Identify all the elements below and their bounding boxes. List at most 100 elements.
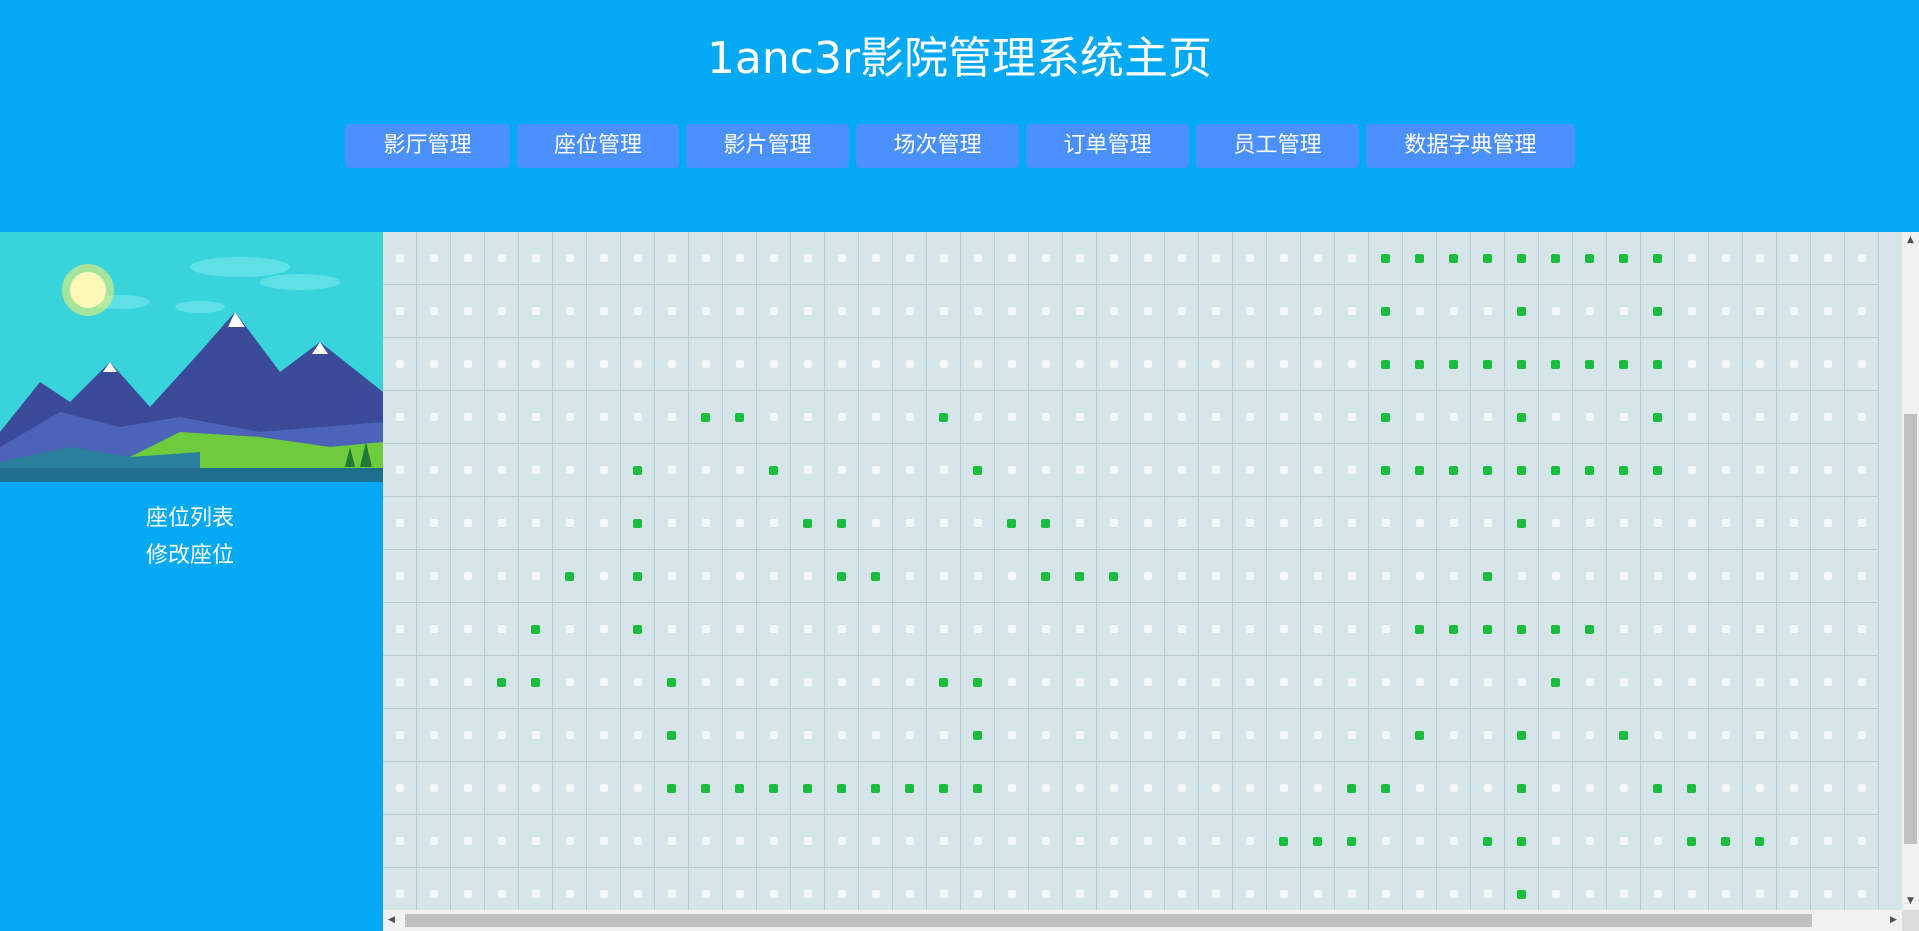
seat-cell[interactable]	[383, 762, 417, 815]
seat-cell[interactable]	[1811, 391, 1845, 444]
seat-cell[interactable]	[1063, 285, 1097, 338]
seat-cell[interactable]	[1267, 391, 1301, 444]
seat-cell[interactable]	[893, 285, 927, 338]
seat-cell[interactable]	[689, 497, 723, 550]
seat-cell[interactable]	[1811, 603, 1845, 656]
seat-cell[interactable]	[1641, 338, 1675, 391]
seat-cell[interactable]	[1063, 497, 1097, 550]
seat-cell[interactable]	[485, 815, 519, 868]
seat-cell[interactable]	[1301, 391, 1335, 444]
seat-cell[interactable]	[927, 232, 961, 285]
seat-cell[interactable]	[723, 656, 757, 709]
seat-cell[interactable]	[1369, 285, 1403, 338]
seat-cell[interactable]	[995, 603, 1029, 656]
seat-cell[interactable]	[1063, 603, 1097, 656]
seat-cell[interactable]	[1607, 603, 1641, 656]
seat-cell[interactable]	[1675, 285, 1709, 338]
seat-cell[interactable]	[1165, 709, 1199, 762]
seat-cell[interactable]	[1641, 391, 1675, 444]
seat-cell[interactable]	[417, 444, 451, 497]
seat-cell[interactable]	[519, 709, 553, 762]
seat-cell[interactable]	[1709, 232, 1743, 285]
seat-cell[interactable]	[1131, 338, 1165, 391]
seat-cell[interactable]	[1403, 391, 1437, 444]
seat-cell[interactable]	[1607, 656, 1641, 709]
seat-cell[interactable]	[1403, 603, 1437, 656]
seat-cell[interactable]	[553, 444, 587, 497]
seat-cell[interactable]	[995, 497, 1029, 550]
seat-cell[interactable]	[383, 868, 417, 910]
seat-cell[interactable]	[791, 497, 825, 550]
seat-cell[interactable]	[1267, 762, 1301, 815]
seat-cell[interactable]	[451, 391, 485, 444]
seat-cell[interactable]	[757, 338, 791, 391]
seat-cell[interactable]	[1845, 709, 1879, 762]
seat-cell[interactable]	[553, 285, 587, 338]
seat-cell[interactable]	[1097, 815, 1131, 868]
seat-cell[interactable]	[1675, 550, 1709, 603]
seat-cell[interactable]	[1437, 232, 1471, 285]
seat-cell[interactable]	[1777, 603, 1811, 656]
seat-cell[interactable]	[961, 550, 995, 603]
seat-cell[interactable]	[1437, 815, 1471, 868]
seat-cell[interactable]	[689, 815, 723, 868]
seat-cell[interactable]	[723, 338, 757, 391]
seat-cell[interactable]	[1709, 338, 1743, 391]
seat-cell[interactable]	[1233, 444, 1267, 497]
seat-cell[interactable]	[383, 232, 417, 285]
seat-cell[interactable]	[757, 285, 791, 338]
seat-cell[interactable]	[961, 338, 995, 391]
seat-cell[interactable]	[1165, 550, 1199, 603]
seat-cell[interactable]	[757, 762, 791, 815]
seat-cell[interactable]	[587, 815, 621, 868]
seat-cell[interactable]	[1743, 232, 1777, 285]
seat-cell[interactable]	[791, 285, 825, 338]
sidebar-link-seat-list[interactable]: 座位列表	[146, 500, 234, 532]
seat-cell[interactable]	[1131, 762, 1165, 815]
seat-cell[interactable]	[1131, 709, 1165, 762]
seat-cell[interactable]	[1709, 815, 1743, 868]
seat-cell[interactable]	[1097, 444, 1131, 497]
seat-cell[interactable]	[1063, 550, 1097, 603]
seat-cell[interactable]	[893, 232, 927, 285]
seat-cell[interactable]	[1199, 656, 1233, 709]
seat-cell[interactable]	[1607, 709, 1641, 762]
seat-cell[interactable]	[825, 338, 859, 391]
seat-cell[interactable]	[1233, 868, 1267, 910]
seat-cell[interactable]	[1573, 338, 1607, 391]
seat-cell[interactable]	[1165, 603, 1199, 656]
seat-cell[interactable]	[1403, 709, 1437, 762]
nav-button-film[interactable]: 影片管理	[686, 124, 849, 168]
seat-cell[interactable]	[1777, 656, 1811, 709]
seat-cell[interactable]	[383, 603, 417, 656]
seat-cell[interactable]	[1845, 603, 1879, 656]
seat-cell[interactable]	[1811, 338, 1845, 391]
seat-cell[interactable]	[383, 550, 417, 603]
seat-cell[interactable]	[1437, 656, 1471, 709]
seat-cell[interactable]	[995, 656, 1029, 709]
seat-cell[interactable]	[1607, 815, 1641, 868]
seat-cell[interactable]	[587, 550, 621, 603]
seat-cell[interactable]	[417, 656, 451, 709]
seat-cell[interactable]	[1097, 656, 1131, 709]
seat-cell[interactable]	[1505, 550, 1539, 603]
seat-cell[interactable]	[1199, 815, 1233, 868]
seat-cell[interactable]	[757, 868, 791, 910]
seat-cell[interactable]	[927, 815, 961, 868]
seat-cell[interactable]	[383, 338, 417, 391]
seat-cell[interactable]	[519, 815, 553, 868]
seat-cell[interactable]	[1573, 709, 1607, 762]
vertical-scrollbar[interactable]: ▲ ▼	[1902, 232, 1919, 910]
seat-cell[interactable]	[927, 709, 961, 762]
seat-cell[interactable]	[485, 497, 519, 550]
seat-cell[interactable]	[1165, 762, 1199, 815]
seat-cell[interactable]	[995, 338, 1029, 391]
seat-cell[interactable]	[417, 603, 451, 656]
seat-cell[interactable]	[1675, 603, 1709, 656]
seat-cell[interactable]	[893, 444, 927, 497]
seat-cell[interactable]	[451, 762, 485, 815]
seat-cell[interactable]	[485, 603, 519, 656]
seat-cell[interactable]	[893, 603, 927, 656]
seat-cell[interactable]	[1709, 444, 1743, 497]
seat-cell[interactable]	[1131, 603, 1165, 656]
